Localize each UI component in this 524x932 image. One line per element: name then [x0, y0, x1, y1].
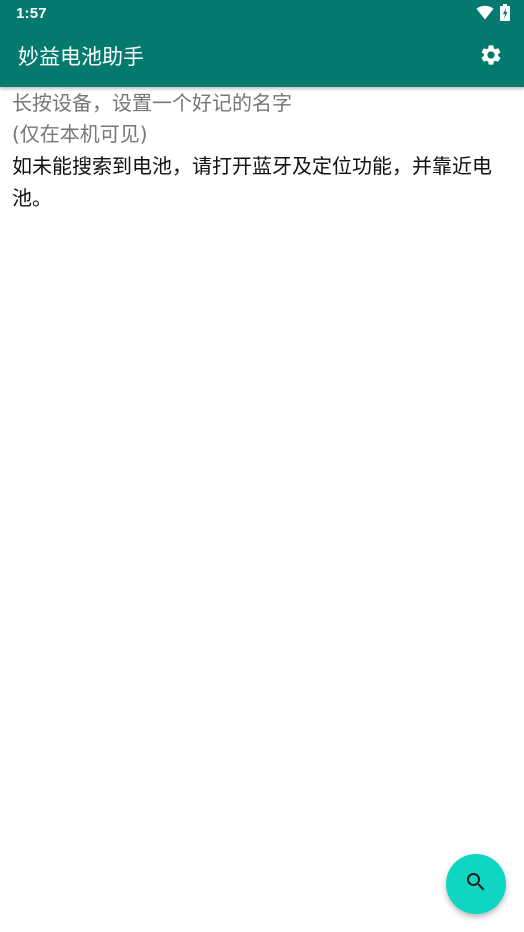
search-icon: [464, 870, 488, 898]
visibility-note: (仅在本机可见): [12, 122, 148, 146]
battery-icon: [500, 3, 510, 25]
status-bar: 1:57: [0, 0, 524, 28]
app-bar: 妙益电池助手: [0, 28, 524, 87]
gear-icon: [479, 43, 503, 71]
search-tip: 如未能搜索到电池，请打开蓝牙及定位功能，并靠近电池。: [12, 154, 492, 210]
app-title: 妙益电池助手: [18, 45, 144, 69]
status-time: 1:57: [16, 5, 47, 22]
wifi-icon: [476, 5, 494, 24]
status-icons: [476, 3, 510, 25]
settings-button[interactable]: [475, 41, 507, 73]
search-button[interactable]: [446, 854, 506, 914]
rename-hint: 长按设备，设置一个好记的名字: [12, 91, 292, 115]
device-list-area: 长按设备，设置一个好记的名字 (仅在本机可见) 如未能搜索到电池，请打开蓝牙及定…: [12, 88, 517, 214]
